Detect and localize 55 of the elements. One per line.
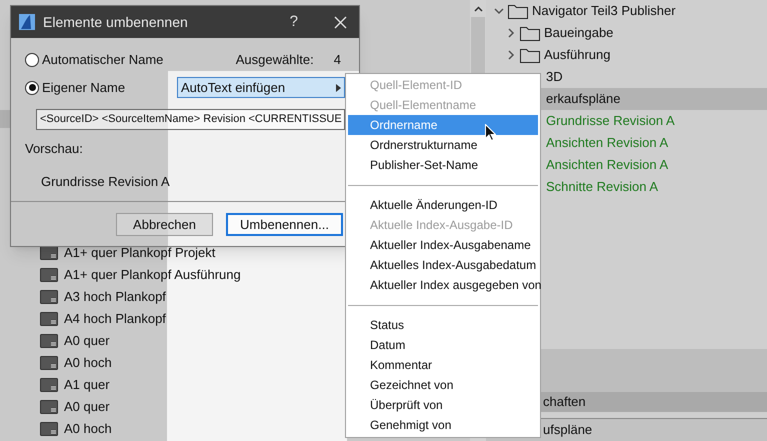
layout-name[interactable]: A3 hoch Plankopf: [64, 287, 166, 307]
radio-label[interactable]: Eigener Name: [42, 78, 126, 98]
layout-sheet-icon: [40, 356, 58, 370]
layout-sheet-icon: [40, 312, 58, 326]
layout-sheet-icon: [40, 378, 58, 392]
menu-item[interactable]: Ordnerstrukturname: [348, 135, 538, 155]
tree-item[interactable]: Ausführung: [486, 44, 767, 66]
folder-icon: [520, 25, 540, 41]
radio-button[interactable]: [25, 53, 39, 67]
layout-name[interactable]: A0 quer: [64, 397, 110, 417]
radio-button[interactable]: [25, 80, 39, 94]
tree-item[interactable]: Baueingabe: [486, 22, 767, 44]
window-title: Elemente umbenennen: [43, 12, 189, 32]
layout-name[interactable]: A1+ quer Plankopf Ausführung: [64, 265, 241, 285]
folder-icon: [508, 3, 528, 19]
layout-name[interactable]: A0 hoch: [64, 419, 112, 439]
menu-item[interactable]: Status: [348, 315, 538, 335]
layout-name[interactable]: A0 hoch: [64, 353, 112, 373]
chevron-right-icon[interactable]: [506, 28, 516, 38]
mouse-pointer-icon: [485, 124, 496, 141]
menu-item[interactable]: Kommentar: [348, 355, 538, 375]
scroll-up-icon[interactable]: [474, 6, 482, 12]
menu-item[interactable]: Aktuelle Änderungen-ID: [348, 195, 538, 215]
tree-item[interactable]: Navigator Teil3 Publisher: [486, 0, 767, 22]
menu-item[interactable]: Datum: [348, 335, 538, 355]
chevron-down-icon[interactable]: [494, 6, 504, 16]
layout-sheet-icon: [40, 290, 58, 304]
layout-name[interactable]: A4 hoch Plankopf: [64, 309, 166, 329]
menu-item[interactable]: Aktuelles Index-Ausgabedatum: [348, 255, 538, 275]
layout-sheet-icon: [40, 400, 58, 414]
layout-sheet-icon: [40, 422, 58, 436]
autotext-dropdown-button[interactable]: AutoText einfügen: [177, 77, 345, 98]
layout-sheet-icon: [40, 246, 58, 260]
preview-value: Grundrisse Revision A: [40, 173, 171, 191]
layout-sheet-icon: [40, 334, 58, 348]
layout-sheet-icon: [40, 268, 58, 282]
count-value: 4: [334, 51, 341, 70]
folder-icon: [520, 47, 540, 63]
layout-name[interactable]: A0 quer: [64, 331, 110, 351]
layout-name[interactable]: A1+ quer Plankopf Projekt: [64, 243, 216, 263]
rename-button[interactable]: Umbenennen...: [226, 213, 343, 236]
menu-item[interactable]: Gezeichnet von: [348, 375, 538, 395]
menu-item[interactable]: Publisher-Set-Name: [348, 155, 538, 175]
name-input-field[interactable]: <SourceID> <SourceItemName> Revision <CURRENTISSUE: [36, 109, 345, 130]
app-logo-icon: [19, 14, 35, 30]
help-button[interactable]: ?: [290, 10, 298, 34]
layout-name[interactable]: A1 quer: [64, 375, 110, 395]
radio-label[interactable]: Automatischer Name: [42, 50, 236, 70]
close-icon[interactable]: [334, 16, 347, 28]
count-label: Ausgewählte:: [236, 51, 314, 70]
cancel-button[interactable]: Abbrechen: [116, 213, 213, 236]
menu-item[interactable]: Aktueller Index-Ausgabename: [348, 235, 538, 255]
submenu-arrow-icon: [336, 84, 341, 92]
preview-label: Vorschau:: [25, 140, 84, 158]
chevron-right-icon[interactable]: [506, 50, 516, 60]
